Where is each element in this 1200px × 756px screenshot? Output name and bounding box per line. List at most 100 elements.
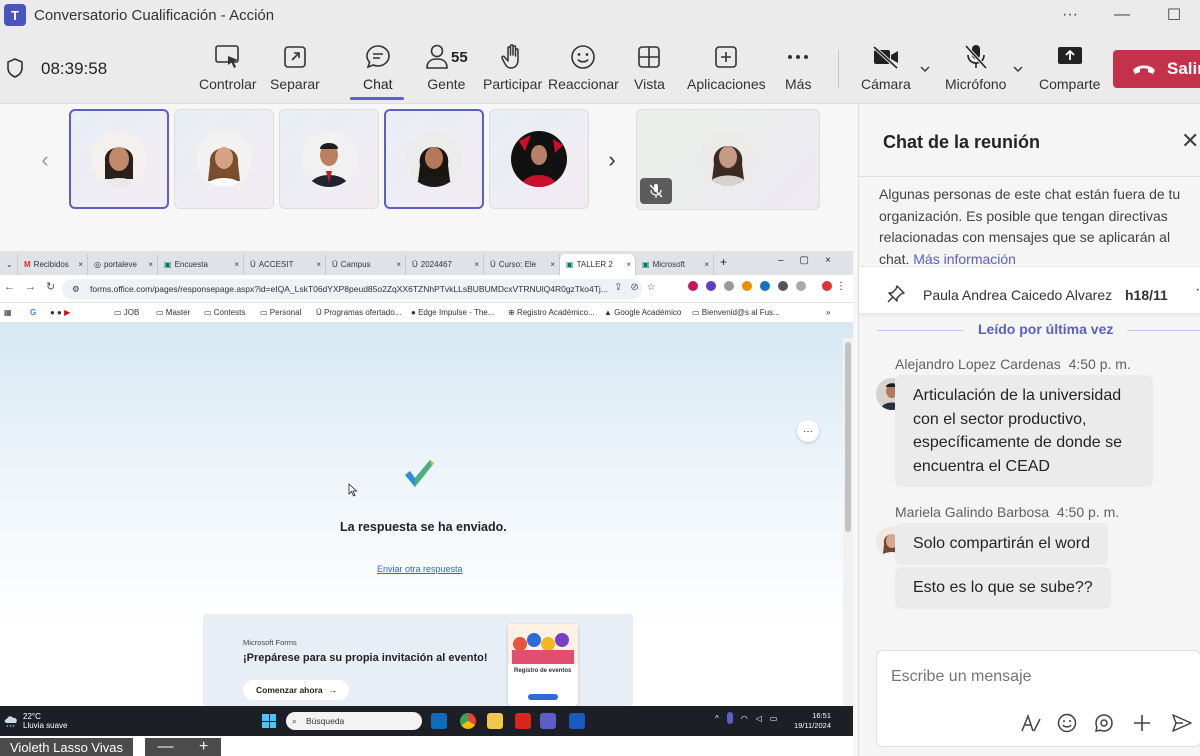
browser-tab[interactable]: ▣ Encuesta ×	[158, 254, 244, 275]
more-info-link[interactable]: Más información	[913, 251, 1016, 267]
message-input[interactable]	[891, 665, 1191, 689]
pinned-more-icon[interactable]: ·	[1195, 281, 1200, 299]
volume-icon[interactable]: ◁	[756, 714, 762, 723]
react-button[interactable]: Reaccionar	[548, 40, 619, 100]
browser-tab[interactable]: Ü 2024467 ×	[406, 254, 484, 275]
tray-chevron-icon[interactable]: ^	[715, 714, 719, 723]
participant-avatar	[91, 131, 147, 187]
add-icon[interactable]	[1132, 713, 1152, 733]
participant-tile[interactable]	[489, 109, 589, 209]
share-button[interactable]: Comparte	[1039, 40, 1100, 100]
view-button[interactable]: Vista	[634, 40, 665, 100]
message-bubble[interactable]: Solo compartirán el word	[895, 523, 1108, 565]
browser-menu-icon[interactable]: ⋮	[836, 281, 846, 292]
bookmark-item[interactable]: G	[30, 308, 36, 317]
browser-tab[interactable]: ▣ Microsoft ×	[636, 254, 714, 275]
send-icon[interactable]	[1171, 713, 1193, 733]
loop-component-icon[interactable]	[1094, 713, 1114, 733]
zoom-in-button[interactable]: +	[199, 738, 208, 756]
browser-tab[interactable]: M Recibidos ×	[18, 254, 88, 275]
forms-more-button[interactable]: ···	[797, 420, 819, 442]
word-app-icon[interactable]	[569, 713, 585, 729]
bookmark-item[interactable]: ▲ Google Académico	[604, 308, 681, 317]
bookmark-item[interactable]: ▭ Master	[156, 308, 190, 317]
browser-window-controls[interactable]: –▢×	[778, 255, 847, 266]
apps-button[interactable]: Aplicaciones	[687, 40, 766, 100]
submit-another-link[interactable]: Enviar otra respuesta	[377, 564, 463, 574]
raise-hand-button[interactable]: Participar	[483, 40, 542, 100]
page-scrollbar[interactable]	[843, 338, 853, 706]
window-more-button[interactable]: ···	[1044, 0, 1096, 30]
strip-next-chevron-icon[interactable]: ›	[592, 110, 632, 210]
participant-tile[interactable]	[174, 109, 274, 209]
bookmark-item[interactable]: ▭ JOB	[114, 308, 139, 317]
battery-icon[interactable]: ▭	[770, 714, 778, 723]
browser-tab-active[interactable]: ▣ TALLER 2 ×	[560, 254, 636, 275]
url-input[interactable]: ⚙ forms.office.com/pages/responsepage.asp…	[62, 279, 642, 299]
message-meta: Mariela Galindo Barbosa 4:50 p. m.	[895, 504, 1120, 520]
message-bubble[interactable]: Esto es lo que se sube??	[895, 567, 1111, 609]
control-icon	[214, 45, 239, 68]
share-screen-icon	[1057, 47, 1082, 64]
system-tray[interactable]: ^ ◠ ◁ ▭	[715, 712, 777, 724]
search-icon: ⌕	[292, 715, 297, 726]
taskbar-search-input[interactable]: ⌕ Búsqueda	[286, 712, 422, 730]
bookmark-item[interactable]: ▭ Bienvenid@s al Fus...	[692, 308, 780, 317]
wifi-icon[interactable]: ◠	[741, 714, 748, 723]
extension-icons[interactable]	[688, 281, 832, 291]
new-tab-icon[interactable]: +	[720, 255, 727, 269]
control-button[interactable]: Controlar	[199, 40, 257, 100]
presenter-name: Violeth Lasso Vivas	[0, 738, 133, 756]
browser-tab[interactable]: Ü ACCESIT ×	[244, 254, 326, 275]
browser-tab[interactable]: Ü Curso: Ele ×	[484, 254, 560, 275]
close-icon[interactable]: ✕	[1181, 128, 1199, 154]
windows-start-icon[interactable]	[262, 714, 276, 728]
teams-app-icon[interactable]	[540, 713, 556, 729]
bookmark-item[interactable]: ⊕ Registro Académico...	[508, 308, 595, 317]
pin-icon	[887, 285, 905, 303]
shared-screen: ⌄ M Recibidos × ◎ portaleve × ▣ Encuesta × Ü AC…	[0, 251, 853, 706]
camera-button[interactable]: Cámara	[861, 40, 911, 100]
chrome-app-icon[interactable]	[460, 713, 476, 729]
acrobat-app-icon[interactable]	[515, 713, 531, 729]
popout-button[interactable]: Separar	[270, 40, 320, 100]
shield-icon[interactable]	[6, 58, 24, 78]
bookmark-item[interactable]: ▭ Contests	[204, 308, 245, 317]
more-button[interactable]: Más	[785, 40, 811, 100]
leave-button[interactable]: Salir	[1113, 50, 1200, 88]
tab-list-chevron-icon[interactable]: ⌄	[0, 254, 18, 275]
tray-mic-icon[interactable]	[726, 712, 733, 724]
mic-chevron-down-icon[interactable]	[1013, 64, 1023, 74]
minimize-icon[interactable]: —	[1096, 0, 1148, 30]
outlook-app-icon[interactable]	[431, 713, 447, 729]
bookmark-item[interactable]: Ü Programas ofertado...	[316, 308, 401, 317]
address-bar-action-icons[interactable]: ⇪⊘☆	[614, 282, 664, 293]
taskbar-clock[interactable]: 16:51 19/11/2024	[785, 711, 831, 731]
browser-tab[interactable]: ◎ portaleve ×	[88, 254, 158, 275]
weather-widget[interactable]: 22°C Lluvia suave	[3, 712, 67, 730]
bookmark-icons[interactable]: ● ● ▶	[50, 308, 70, 317]
strip-prev-chevron-icon[interactable]: ‹	[25, 110, 65, 210]
file-explorer-icon[interactable]	[487, 713, 503, 729]
participant-tile[interactable]	[384, 109, 484, 209]
emoji-icon[interactable]	[1057, 713, 1077, 733]
message-bubble[interactable]: Articulación de la universidad con el se…	[895, 375, 1153, 487]
pinned-message-bar[interactable]: Paula Andrea Caicedo Alvarez h18/11 ·	[859, 266, 1200, 314]
get-started-button[interactable]: Comenzar ahora →	[243, 680, 349, 700]
bookmark-item[interactable]: ▭ Personal	[260, 308, 301, 317]
people-button[interactable]: 55 Gente	[425, 40, 468, 100]
bookmark-item[interactable]: ● Edge Impulse - The...	[411, 308, 494, 317]
format-text-icon[interactable]	[1020, 713, 1042, 733]
apps-grid-icon[interactable]: ▦	[4, 308, 12, 317]
participant-tile[interactable]	[279, 109, 379, 209]
message-meta: Alejandro Lopez Cardenas 4:50 p. m.	[895, 356, 1131, 372]
bookmarks-overflow-icon[interactable]: »	[826, 308, 830, 317]
microphone-button[interactable]: Micrófono	[945, 40, 1006, 100]
camera-chevron-down-icon[interactable]	[920, 64, 930, 74]
zoom-out-button[interactable]: —	[158, 738, 174, 756]
participant-tile[interactable]	[69, 109, 169, 209]
chat-button[interactable]: Chat	[363, 40, 393, 100]
maximize-icon[interactable]: ☐	[1148, 0, 1200, 30]
browser-tab[interactable]: Ü Campus ×	[326, 254, 406, 275]
browser-nav-icons[interactable]: ←→↻	[4, 280, 65, 293]
